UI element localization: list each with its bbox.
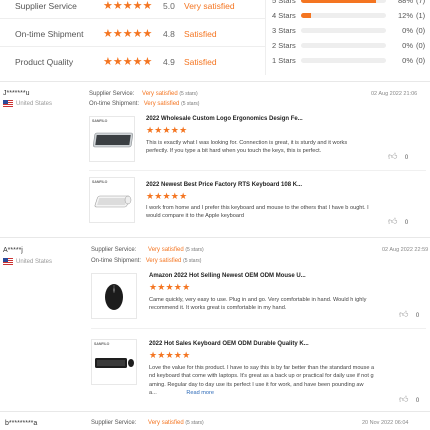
distribution-bar: [301, 58, 386, 63]
star-distribution-row[interactable]: 4 Stars 12% (1): [272, 9, 430, 23]
reviewer-country: United States: [3, 258, 52, 265]
distribution-count: (1): [416, 11, 426, 20]
review-text: Came quickly, very easy to use. Plug in …: [149, 297, 367, 312]
country-name: United States: [16, 100, 53, 107]
review-date: 20 Nov 2022 06:04: [362, 420, 409, 426]
distribution-count: (0): [416, 56, 426, 65]
reviewer-name: J*******u: [3, 90, 30, 97]
product-thumbnail[interactable]: SANFILO: [91, 339, 137, 385]
star-distribution-row[interactable]: 2 Stars 0% (0): [272, 39, 430, 53]
star-distribution-row[interactable]: 5 Stars 88% (7): [272, 0, 430, 8]
rating-score: 5.0: [163, 0, 175, 11]
reviewer-name: A*****j: [3, 247, 23, 254]
distribution-percent: 0%: [402, 41, 413, 50]
country-name: United States: [16, 258, 53, 265]
reviewer-name: b*********a: [5, 420, 38, 427]
star-level-label: 5 Stars: [272, 0, 296, 5]
product-thumbnail[interactable]: [91, 273, 137, 319]
review-date: 02 Aug 2022 22:59: [382, 247, 429, 253]
star-distribution-row[interactable]: 3 Stars 0% (0): [272, 24, 430, 38]
distribution-bar: [301, 43, 386, 48]
star-rating: ★★★★★: [103, 28, 153, 40]
review-text: Love the value for this product. I have …: [149, 365, 375, 397]
divider: [265, 0, 266, 75]
product-star-rating: ★★★★★: [149, 282, 191, 292]
star-level-label: 2 Stars: [272, 41, 296, 50]
distribution-bar-fill: [301, 0, 376, 3]
supplier-service-rating: Supplier Service: Very satisfied (5 star…: [91, 247, 204, 253]
thumbs-up-icon: 👍︎: [388, 216, 398, 226]
likes-count: 0: [415, 313, 420, 319]
distribution-count: (7): [416, 0, 426, 5]
shipment-rating: On-time Shipment: Very satisfied (5 star…: [89, 101, 200, 107]
read-more-link[interactable]: Read more: [186, 390, 214, 396]
rating-row-supplier-service: Supplier Service ★★★★★ 5.0 Very satisfie…: [0, 0, 265, 18]
thumbs-up-icon: 👍︎: [388, 151, 398, 161]
rating-score: 4.9: [163, 56, 175, 67]
likes-count: 0: [415, 398, 420, 404]
rating-label: On-time Shipment: [15, 28, 84, 39]
divider: [0, 18, 265, 19]
helpful-button[interactable]: 👍︎ 0: [399, 389, 419, 407]
thumbs-up-icon: 👍︎: [399, 309, 409, 319]
star-level-label: 4 Stars: [272, 11, 296, 20]
supplier-service-rating: Supplier Service: Very satisfied (5 star…: [89, 91, 198, 97]
product-title-link[interactable]: 2022 Newest Best Price Factory RTS Keybo…: [146, 182, 302, 188]
star-rating: ★★★★★: [103, 56, 153, 68]
section-divider: [0, 81, 430, 82]
rating-label: Supplier Service: [15, 0, 77, 11]
helpful-button[interactable]: 👍︎ 0: [388, 211, 408, 229]
likes-count: 0: [404, 155, 409, 161]
rating-score: 4.8: [163, 28, 175, 39]
shipment-rating: On-time Shipment: Very satisfied (5 star…: [91, 258, 202, 264]
product-star-rating: ★★★★★: [149, 350, 191, 360]
star-rating: ★★★★★: [103, 0, 153, 12]
product-title-link[interactable]: 2022 Hot Sales Keyboard OEM ODM Durable …: [149, 341, 309, 347]
rating-label: Product Quality: [15, 56, 74, 67]
divider: [0, 46, 265, 47]
rating-row-on-time-shipment: On-time Shipment ★★★★★ 4.8 Satisfied: [0, 21, 265, 46]
section-divider: [0, 237, 430, 238]
rating-row-product-quality: Product Quality ★★★★★ 4.9 Satisfied: [0, 49, 265, 74]
star-level-label: 1 Stars: [272, 56, 296, 65]
distribution-bar: [301, 28, 386, 33]
helpful-button[interactable]: 👍︎ 0: [399, 304, 419, 322]
distribution-percent: 12%: [397, 11, 413, 20]
helpful-button[interactable]: 👍︎ 0: [388, 146, 408, 164]
us-flag-icon: [3, 100, 13, 107]
supplier-service-rating: Supplier Service: Very satisfied (5 star…: [91, 420, 204, 426]
distribution-bar-fill: [301, 13, 312, 18]
rating-status: Satisfied: [184, 28, 217, 39]
divider: [91, 328, 426, 329]
us-flag-icon: [3, 258, 13, 265]
review-date: 02 Aug 2022 21:06: [371, 91, 418, 97]
thumbs-up-icon: 👍︎: [399, 394, 409, 404]
rating-status: Very satisfied: [184, 0, 235, 11]
product-star-rating: ★★★★★: [146, 191, 188, 201]
product-title-link[interactable]: Amazon 2022 Hot Selling Newest OEM ODM M…: [149, 273, 306, 279]
distribution-percent: 0%: [402, 56, 413, 65]
product-title-link[interactable]: 2022 Wholesale Custom Logo Ergonomics De…: [146, 116, 303, 122]
product-star-rating: ★★★★★: [146, 125, 188, 135]
star-level-label: 3 Stars: [272, 26, 296, 35]
distribution-count: (0): [416, 41, 426, 50]
section-divider: [0, 411, 430, 412]
review-text: This is exactly what I was looking for. …: [146, 140, 348, 155]
distribution-count: (0): [416, 26, 426, 35]
distribution-bar: [301, 13, 386, 18]
star-distribution-row[interactable]: 1 Stars 0% (0): [272, 54, 430, 68]
rating-status: Satisfied: [184, 56, 217, 67]
likes-count: 0: [404, 220, 409, 226]
distribution-percent: 88%: [397, 0, 413, 5]
product-thumbnail[interactable]: SANFILO: [89, 116, 135, 162]
reviewer-country: United States: [3, 100, 52, 107]
review-text: I work from home and I prefer this keybo…: [146, 205, 369, 220]
product-thumbnail[interactable]: SANFILO: [89, 177, 135, 223]
divider: [89, 170, 426, 171]
distribution-bar: [301, 0, 386, 3]
distribution-percent: 0%: [402, 26, 413, 35]
